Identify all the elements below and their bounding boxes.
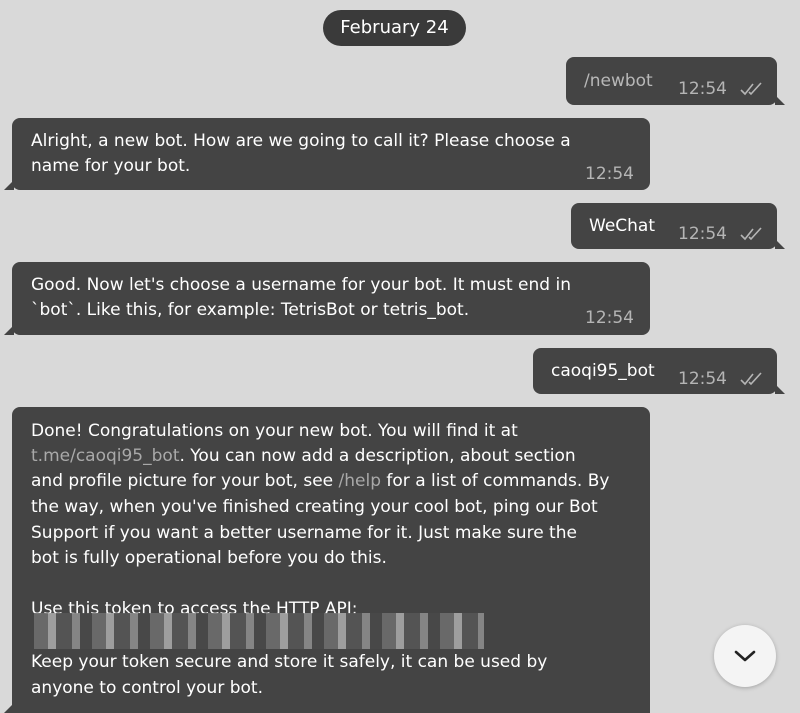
- message-text-line: t.me/caoqi95_bot. You can now add a desc…: [31, 446, 576, 466]
- message-text-line: name for your bot.: [31, 156, 191, 176]
- message-text-line: Done! Congratulations on your new bot. Y…: [31, 421, 518, 441]
- chat-history[interactable]: February 24 /newbot 12:54 Alright, a new…: [0, 0, 800, 713]
- message-text-line: Support if you want a better username fo…: [31, 523, 577, 543]
- scroll-to-bottom-button[interactable]: [714, 625, 776, 687]
- message-text: /newbot: [584, 71, 653, 91]
- date-separator: February 24: [323, 10, 466, 46]
- message-time: 12:54: [678, 369, 727, 389]
- incoming-message[interactable]: Alright, a new bot. How are we going to …: [4, 118, 650, 190]
- message-text-line: the way, when you've finished creating y…: [31, 497, 598, 517]
- message-text-line: bot is fully operational before you do t…: [31, 548, 387, 568]
- outgoing-message[interactable]: caoqi95_bot 12:54: [533, 348, 785, 394]
- message-text: WeChat: [589, 216, 655, 236]
- double-check-icon: [740, 227, 762, 241]
- message-text: caoqi95_bot: [551, 361, 655, 381]
- message-text-line: Alright, a new bot. How are we going to …: [31, 131, 571, 151]
- help-command-link[interactable]: /help: [339, 471, 381, 491]
- double-check-icon: [740, 82, 762, 96]
- bot-link[interactable]: t.me/caoqi95_bot: [31, 446, 179, 466]
- incoming-message[interactable]: Done! Congratulations on your new bot. Y…: [4, 407, 650, 713]
- message-text-line: Keep your token secure and store it safe…: [31, 652, 548, 672]
- message-text-line: anyone to control your bot.: [31, 678, 263, 698]
- message-time: 12:54: [678, 224, 727, 244]
- double-check-icon: [740, 372, 762, 386]
- message-time: 12:54: [678, 79, 727, 99]
- chevron-down-icon: [734, 650, 756, 662]
- redacted-token: [34, 613, 484, 649]
- outgoing-message[interactable]: WeChat 12:54: [571, 203, 785, 249]
- message-time: 12:54: [585, 164, 634, 184]
- message-text-line: `bot`. Like this, for example: TetrisBot…: [31, 300, 470, 320]
- message-text-line: and profile picture for your bot, see /h…: [31, 471, 610, 491]
- outgoing-message[interactable]: /newbot 12:54: [566, 57, 785, 105]
- message-time: 12:54: [585, 308, 634, 328]
- incoming-message[interactable]: Good. Now let's choose a username for yo…: [4, 262, 650, 335]
- message-text-line: Good. Now let's choose a username for yo…: [31, 275, 571, 295]
